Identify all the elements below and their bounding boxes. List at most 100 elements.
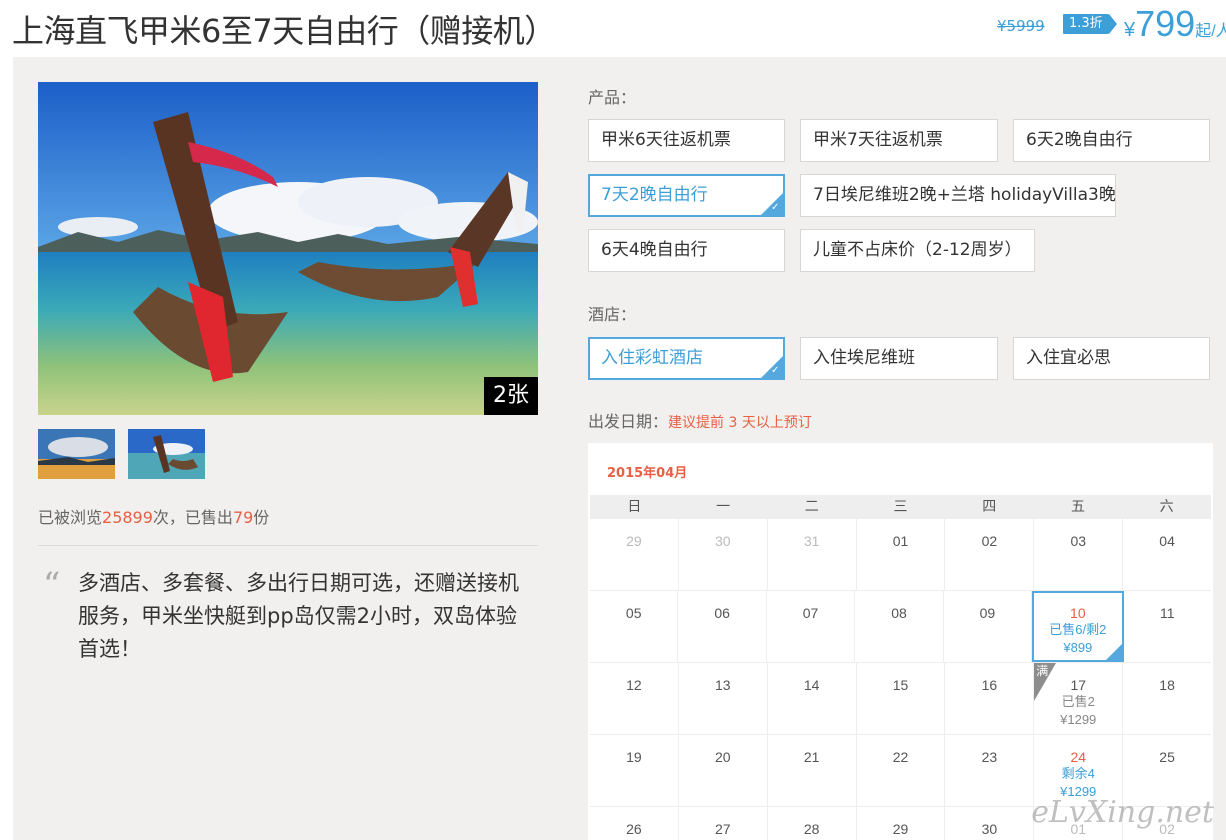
discount-badge: 1.3折 (1063, 14, 1117, 34)
day-number: 12 (626, 677, 642, 693)
sold-count: 79 (232, 508, 254, 527)
calendar-day: 26 (590, 807, 679, 840)
day-number: 08 (891, 605, 907, 621)
calendar-week: 29 30 31 01 02 03 04 (590, 519, 1211, 591)
weekday-thu: 四 (982, 499, 997, 515)
product-option-child-no-bed[interactable]: 儿童不占床价（2-12周岁） (800, 229, 1035, 272)
calendar-day-selected[interactable]: 10 已售6/剩2 ¥899 (1032, 591, 1124, 662)
calendar-week: 05 06 07 08 09 10 已售6/剩2 ¥899 11 (590, 591, 1211, 663)
product-option-6d4n[interactable]: 6天4晚自由行 (588, 229, 785, 272)
stats-suffix: 份 (253, 508, 270, 527)
weekday-tue: 二 (804, 499, 819, 515)
calendar-day: 30 (679, 519, 768, 590)
calendar-day: 29 (857, 807, 946, 840)
watermark: eLvXing.net (1031, 795, 1214, 830)
day-number: 15 (892, 677, 909, 693)
day-number: 16 (981, 677, 998, 693)
checkmark-icon: ✓ (771, 202, 780, 213)
sales-stats: 已被浏览25899次，已售出79份 (38, 504, 269, 528)
calendar-day: 18 (1123, 663, 1211, 734)
day-number: 21 (803, 749, 820, 765)
thumbnail-1[interactable] (38, 429, 115, 479)
weekday-sun: 日 (627, 499, 642, 515)
option-label: 6天2晚自由行 (1026, 130, 1133, 150)
hotel-option-rainbow[interactable]: 入住彩虹酒店 ✓ (588, 337, 785, 380)
departure-label: 出发日期：建议提前 3 天以上预订 (588, 408, 812, 432)
calendar-day: 19 (590, 735, 679, 806)
calendar-day: 07 (767, 591, 856, 662)
calendar-day: 23 (945, 735, 1035, 806)
product-option-6d2n[interactable]: 6天2晚自由行 (1013, 119, 1210, 162)
day-number: 04 (1159, 533, 1175, 549)
option-label: 入住彩虹酒店 (601, 348, 703, 368)
option-label: 7天2晚自由行 (601, 185, 708, 205)
product-option-jiami-6-day-ticket[interactable]: 甲米6天往返机票 (588, 119, 785, 162)
day-number: 10 (1070, 605, 1086, 621)
calendar-day: 14 (768, 663, 857, 734)
day-number: 20 (715, 749, 731, 765)
day-number: 13 (715, 677, 731, 693)
hotel-option-ibis[interactable]: 入住宜必思 (1013, 337, 1210, 380)
price-unit: 起/人 (1195, 23, 1226, 40)
option-label: 儿童不占床价（2-12周岁） (813, 240, 1022, 260)
page-title: 上海直飞甲米6至7天自由行（赠接机） (12, 12, 556, 50)
departure-label-text: 出发日期： (588, 412, 669, 431)
current-price: ¥799起/人 (1124, 4, 1226, 44)
calendar-day: 09 (944, 591, 1033, 662)
day-stock: 剩余4 (1061, 766, 1095, 781)
full-tag-label: 满 (1036, 664, 1049, 678)
day-number: 02 (981, 533, 998, 549)
product-option-jiami-7-day-ticket[interactable]: 甲米7天往返机票 (800, 119, 998, 162)
main-photo[interactable]: 2张 (38, 82, 538, 415)
product-option-7d-combo[interactable]: 7日埃尼维班2晚+兰塔 holidayVilla3晚 (800, 174, 1116, 217)
day-number: 09 (979, 605, 996, 621)
calendar-day: 15 (857, 663, 946, 734)
calendar-day: 28 (768, 807, 857, 840)
booking-hint: 建议提前 3 天以上预订 (668, 415, 812, 431)
calendar-day: 06 (678, 591, 767, 662)
calendar-day: 27 (679, 807, 768, 840)
calendar-day: 20 (679, 735, 768, 806)
stats-prefix: 已被浏览 (38, 508, 103, 527)
day-number: 19 (626, 749, 642, 765)
calendar-day: 30 (945, 807, 1035, 840)
divider (38, 545, 538, 546)
day-number: 26 (626, 821, 642, 837)
photo-count-badge[interactable]: 2张 (484, 377, 538, 415)
departure-calendar: 2015年04月 日 一 二 三 四 五 六 29 30 31 01 02 03… (588, 443, 1213, 840)
thumbnail-2[interactable] (128, 429, 205, 479)
view-count: 25899 (102, 508, 153, 527)
day-number: 18 (1159, 677, 1175, 693)
day-number: 28 (803, 821, 820, 837)
day-number: 22 (892, 749, 909, 765)
currency-symbol: ¥ (1124, 19, 1136, 41)
hotel-option-aniweiban[interactable]: 入住埃尼维班 (800, 337, 998, 380)
calendar-day: 04 (1123, 519, 1211, 590)
checkmark-icon: ✓ (771, 365, 780, 376)
day-number: 14 (803, 677, 820, 693)
calendar-grid: 29 30 31 01 02 03 04 05 06 07 08 09 10 已… (590, 519, 1211, 840)
calendar-week: 12 13 14 15 16 满 17 已售2 ¥1299 18 (590, 663, 1211, 735)
price-area: ¥5999 1.3折 ¥799起/人 (986, 4, 1226, 44)
day-number: 23 (981, 749, 998, 765)
day-number: 29 (626, 533, 642, 549)
calendar-day: 11 (1124, 591, 1211, 662)
calendar-weekday-header: 日 一 二 三 四 五 六 (590, 495, 1211, 519)
day-number: 25 (1159, 749, 1175, 765)
calendar-month: 2015年04月 (607, 466, 688, 481)
product-panel: 2张 已被浏览25899次，已售出79份 “ 多酒店、多套餐、多出行日期可选，还… (13, 57, 1226, 840)
weekday-mon: 一 (716, 499, 731, 515)
quote-icon: “ (43, 565, 61, 605)
day-price: ¥1299 (1060, 712, 1097, 727)
day-stock: 已售6/剩2 (1049, 622, 1107, 637)
option-label: 甲米7天往返机票 (813, 130, 943, 150)
selected-check-icon (1105, 644, 1122, 660)
day-number: 06 (714, 605, 730, 621)
day-number: 07 (802, 605, 819, 621)
weekday-fri: 五 (1070, 499, 1085, 515)
product-label: 产品： (588, 88, 637, 107)
day-number: 01 (892, 533, 909, 549)
product-option-7d2n[interactable]: 7天2晚自由行 ✓ (588, 174, 785, 217)
calendar-day-full[interactable]: 满 17 已售2 ¥1299 (1034, 663, 1124, 734)
calendar-day: 08 (855, 591, 944, 662)
